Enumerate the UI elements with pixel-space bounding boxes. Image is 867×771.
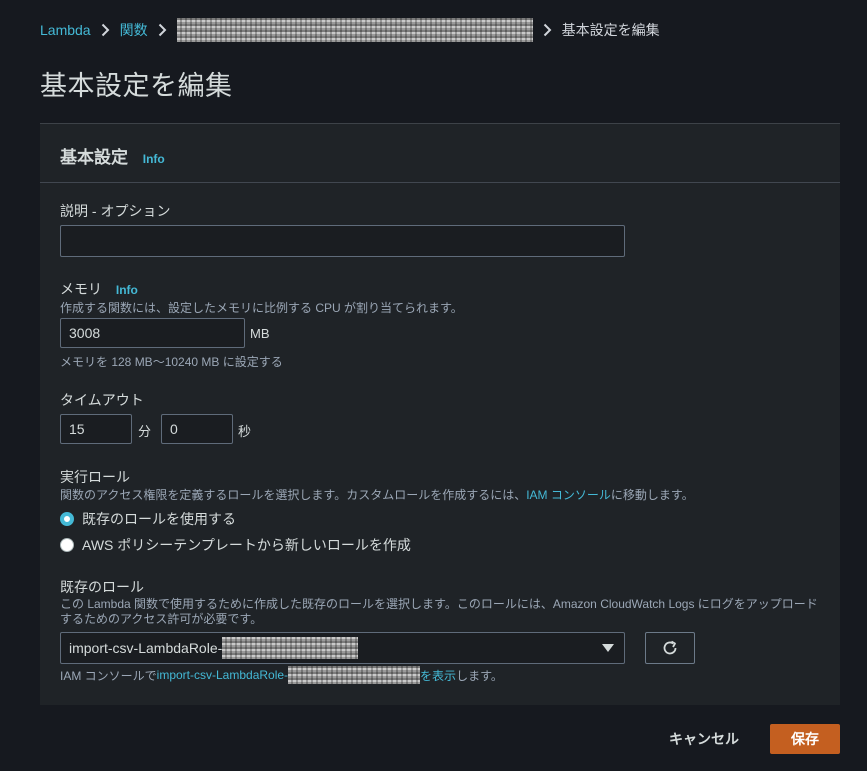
panel-title-text: 基本設定	[60, 148, 128, 167]
radio-create-from-template[interactable]: AWS ポリシーテンプレートから新しいロールを作成	[60, 535, 411, 555]
memory-input[interactable]: 3008	[60, 318, 245, 348]
breadcrumb: Lambda 関数 基本設定を編集	[40, 18, 660, 42]
redacted-role-link	[288, 666, 421, 684]
iam-console-link[interactable]: IAM コンソール	[526, 488, 611, 502]
existing-role-label: 既存のロール	[60, 579, 144, 595]
chevron-right-icon	[158, 23, 167, 37]
selected-role: import-csv-LambdaRole-	[69, 637, 359, 659]
redacted-function-name[interactable]	[176, 18, 533, 42]
radio-label: AWS ポリシーテンプレートから新しいロールを作成	[82, 537, 411, 553]
existing-role-help: この Lambda 関数で使用するために作成した既存のロールを選択します。このロ…	[60, 597, 830, 627]
memory-info-link[interactable]: Info	[116, 283, 138, 297]
memory-constraint: メモリを 128 MB〜10240 MB に設定する	[60, 355, 283, 369]
memory-label-text: メモリ	[60, 281, 102, 297]
timeout-minutes-unit: 分	[138, 424, 152, 439]
info-link[interactable]: Info	[143, 152, 165, 166]
refresh-icon	[663, 640, 677, 655]
memory-label: メモリ Info	[60, 279, 138, 299]
breadcrumb-lambda[interactable]: Lambda	[40, 22, 91, 38]
timeout-minutes-input[interactable]: 15	[60, 414, 132, 444]
chevron-right-icon	[101, 23, 110, 37]
execution-role-help-suffix: に移動します。	[610, 488, 694, 502]
breadcrumb-current: 基本設定を編集	[561, 22, 660, 38]
cancel-button[interactable]: キャンセル	[662, 728, 746, 750]
timeout-seconds-unit: 秒	[238, 424, 252, 439]
chevron-down-icon	[602, 644, 614, 652]
panel-header: 基本設定 Info	[40, 124, 840, 183]
description-input[interactable]	[60, 225, 625, 257]
execution-role-help: 関数のアクセス権限を定義するロールを選択します。カスタムロールを作成するには、I…	[60, 486, 694, 503]
execution-role-label: 実行ロール	[60, 469, 130, 485]
radio-use-existing-role[interactable]: 既存のロールを使用する	[60, 509, 236, 529]
execution-role-help-text: 関数のアクセス権限を定義するロールを選択します。カスタムロールを作成するには、	[60, 488, 527, 502]
redacted-role-suffix	[222, 637, 359, 659]
memory-help: 作成する関数には、設定したメモリに比例する CPU が割り当てられます。	[60, 301, 463, 315]
radio-selected-icon	[60, 512, 74, 526]
timeout-label: タイムアウト	[60, 392, 144, 408]
timeout-seconds-input[interactable]: 0	[161, 414, 233, 444]
existing-role-help-line1: この Lambda 関数で使用するために作成した既存のロールを選択します。このロ…	[60, 597, 818, 611]
radio-label: 既存のロールを使用する	[82, 511, 236, 527]
existing-role-footer: IAM コンソールで import-csv-LambdaRole- を表示 します。	[60, 666, 503, 684]
chevron-right-icon	[543, 23, 552, 37]
description-label: 説明 - オプション	[60, 203, 171, 219]
selected-role-prefix: import-csv-LambdaRole-	[69, 640, 223, 656]
refresh-button[interactable]	[645, 632, 695, 664]
role-link[interactable]: import-csv-LambdaRole-	[157, 668, 288, 682]
footer-suffix: します。	[456, 668, 503, 683]
existing-role-help-line2: するためのアクセス許可が必要です。	[60, 612, 263, 626]
basic-settings-panel: 基本設定 Info 説明 - オプション メモリ Info 作成する関数には、設…	[40, 123, 840, 705]
existing-role-select[interactable]: import-csv-LambdaRole-	[60, 632, 625, 664]
view-link[interactable]: を表示	[420, 667, 456, 684]
radio-unselected-icon	[60, 538, 74, 552]
memory-unit: MB	[250, 326, 270, 341]
panel-title: 基本設定 Info	[60, 143, 165, 168]
save-button[interactable]: 保存	[770, 724, 840, 754]
page-title: 基本設定を編集	[40, 71, 233, 101]
breadcrumb-functions[interactable]: 関数	[120, 20, 148, 40]
footer-prefix: IAM コンソールで	[60, 668, 157, 683]
